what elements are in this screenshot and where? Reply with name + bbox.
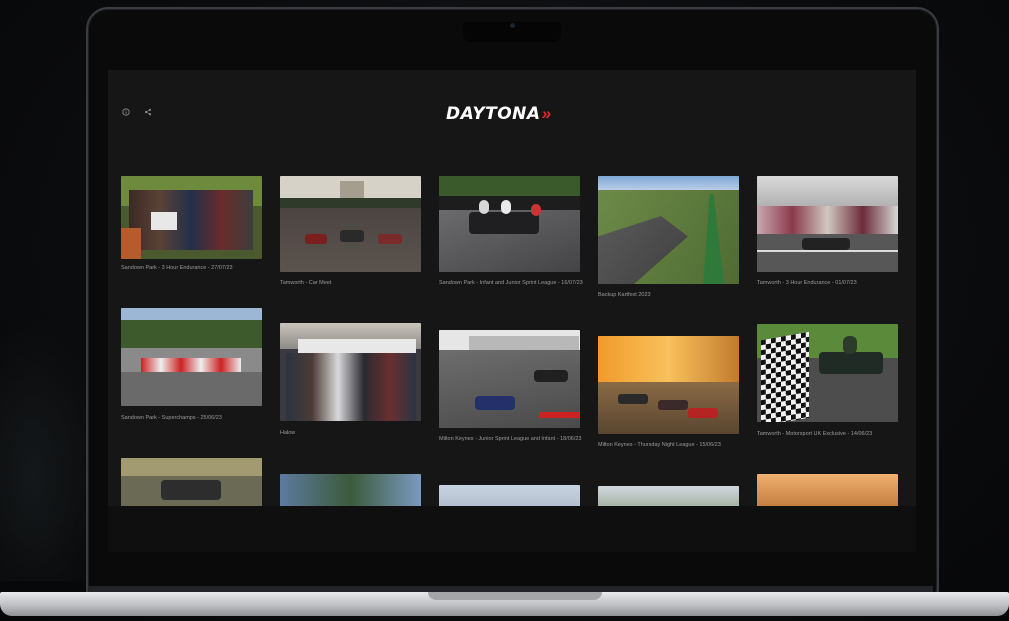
album-thumbnail[interactable] (121, 308, 262, 406)
album-thumbnail[interactable] (598, 176, 739, 284)
top-bar: DAYTONA » (108, 70, 916, 160)
album-thumbnail[interactable] (757, 176, 898, 272)
album-thumbnail[interactable] (280, 323, 421, 421)
album-thumbnail[interactable] (598, 336, 739, 434)
album-thumbnail[interactable] (439, 485, 580, 506)
brand-logo-text: DAYTONA (446, 104, 541, 124)
laptop-base-notch (428, 592, 602, 600)
info-icon[interactable] (120, 108, 132, 120)
album-title[interactable]: Sandown Park - Infant and Junior Sprint … (439, 279, 584, 287)
album-title[interactable]: Tamworth - Motorsport UK Exclusive - 14/… (757, 430, 902, 438)
album-title[interactable]: Milton Keynes - Junior Sprint League and… (439, 435, 584, 443)
album-thumbnail[interactable] (439, 176, 580, 272)
album-thumbnail[interactable] (439, 330, 580, 428)
share-icon[interactable] (142, 108, 154, 120)
album-thumbnail[interactable] (280, 474, 421, 506)
album-thumbnail[interactable] (757, 474, 898, 506)
album-title[interactable]: Tamworth - Car Meet (280, 279, 425, 287)
album-title[interactable]: Tamworth - 3 Hour Endurance - 01/07/23 (757, 279, 902, 287)
brand-logo-chevrons: » (541, 104, 552, 123)
album-title[interactable]: Halow (280, 429, 425, 437)
album-thumbnail[interactable] (121, 458, 262, 506)
camera (510, 23, 515, 28)
album-thumbnail[interactable] (121, 176, 262, 259)
screen-bezel-bottom (108, 506, 916, 552)
album-thumbnail[interactable] (280, 176, 421, 272)
screen: DAYTONA » Sandown Park - 3 Hour Enduranc… (108, 70, 916, 506)
album-thumbnail[interactable] (598, 486, 739, 506)
brand-logo[interactable]: DAYTONA » (446, 103, 552, 125)
album-title[interactable]: Backup Kartfest 2023 (598, 291, 743, 299)
album-title[interactable]: Milton Keynes - Thursday Night League - … (598, 441, 743, 449)
album-title[interactable]: Sandown Park - 3 Hour Endurance - 27/07/… (121, 264, 266, 272)
album-title[interactable]: Sandown Park - Superchamps - 25/06/23 (121, 414, 266, 422)
album-thumbnail[interactable] (757, 324, 898, 422)
